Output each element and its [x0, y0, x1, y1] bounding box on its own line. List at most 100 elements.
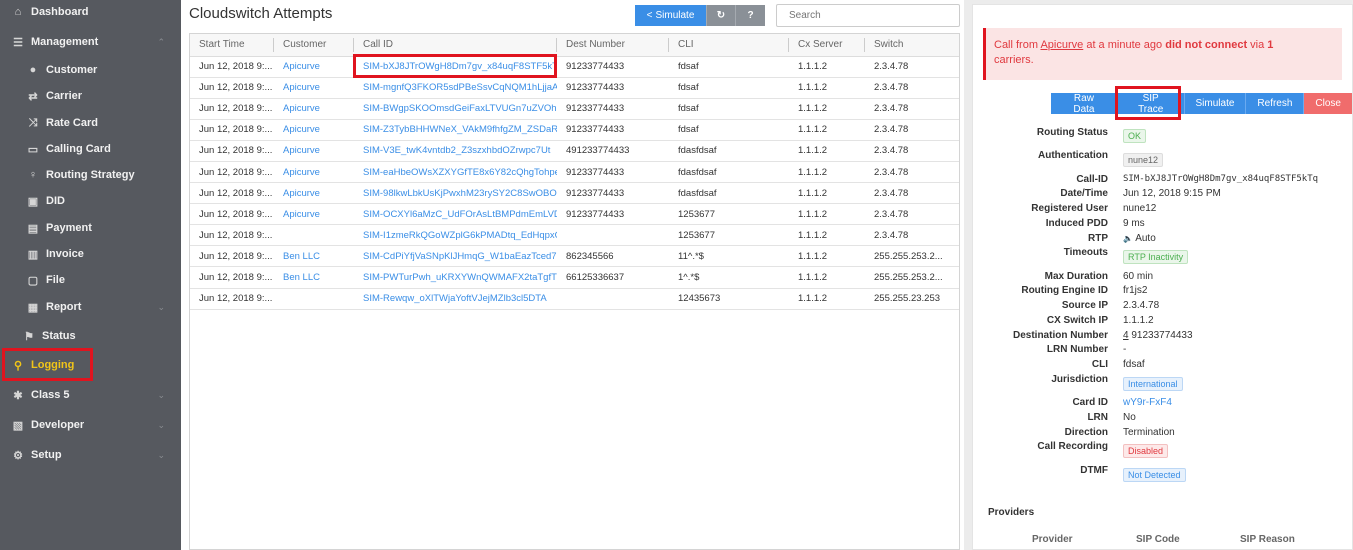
call-id-cell[interactable]: SIM-CdPiYfjVaSNpKlJHmqG_W1baEazTced7 [354, 245, 557, 268]
customer-cell[interactable] [274, 224, 354, 247]
customer-cell[interactable]: Ben LLC [274, 266, 354, 289]
table-row[interactable]: Jun 12, 2018 9:... Ben LLC SIM-CdPiYfjVaSN… [190, 245, 959, 268]
column-header[interactable]: Customer [274, 34, 354, 57]
sidebar-item-setup[interactable]: ⚙ Setup ⌄ [0, 443, 181, 467]
routing-engine-id-label: Routing Engine ID [1021, 285, 1108, 296]
sidebar-item-label: File [46, 274, 65, 286]
search-input[interactable] [776, 4, 960, 27]
destination-number-label: Destination Number [1012, 330, 1108, 341]
table-row[interactable]: Jun 12, 2018 9:... SIM-I1zmeRkQGoWZplG6kP… [190, 224, 959, 247]
column-header[interactable]: Call ID [354, 34, 557, 57]
sidebar-item-calling-card[interactable]: ▭ Calling Card [0, 137, 181, 161]
sidebar-item-routing-strategy[interactable]: ♀ Routing Strategy [0, 163, 181, 187]
sidebar-item-label: Developer [31, 419, 85, 431]
sidebar-item-invoice[interactable]: ▥ Invoice [0, 242, 181, 266]
table-row[interactable]: Jun 12, 2018 9:... Apicurve SIM-BWgpSKOOms… [190, 98, 959, 120]
table-row[interactable]: Jun 12, 2018 9:... Apicurve SIM-mgnfQ3FKOR… [190, 77, 959, 99]
table-row[interactable]: Jun 12, 2018 9:... Apicurve SIM-Z3TybBHHWN… [190, 119, 959, 141]
sidebar-item-label: Setup [31, 449, 62, 461]
table-row[interactable]: Jun 12, 2018 9:... Apicurve SIM-eaHbeOWsXZ… [190, 161, 959, 184]
table-row[interactable]: Jun 12, 2018 9:... Ben LLC SIM-PWTurPwh_uK… [190, 266, 959, 289]
customer-cell[interactable]: Apicurve [274, 98, 354, 120]
customer-cell[interactable]: Apicurve [274, 161, 354, 184]
customer-cell[interactable]: Apicurve [274, 77, 354, 99]
help-button[interactable]: ? [735, 5, 765, 26]
cx-server-cell: 1.1.1.2 [789, 77, 865, 99]
call-id-cell[interactable]: SIM-V3E_twK4vntdb2_Z3szxhbdOZrwpc7Ut [354, 140, 557, 162]
column-header[interactable]: Switch [865, 34, 959, 57]
timeouts-badge: RTP Inactivity [1123, 250, 1189, 264]
start-time-cell: Jun 12, 2018 9:... [190, 56, 274, 78]
call-id-cell[interactable]: SIM-PWTurPwh_uKRXYWnQWMAFX2taTgfTY_ [354, 266, 557, 289]
sidebar-item-management[interactable]: ☰ Management ⌃ [0, 30, 181, 54]
sidebar-item-report[interactable]: ▦ Report ⌄ [0, 295, 181, 319]
table-row[interactable]: Jun 12, 2018 9:... Apicurve SIM-98lkwLbkUs… [190, 182, 959, 205]
table-row[interactable]: Jun 12, 2018 9:... Apicurve SIM-V3E_twK4vn… [190, 140, 959, 162]
card-id-link[interactable]: wY9r-FxF4 [1123, 397, 1172, 408]
sidebar-item-did[interactable]: ▣ DID [0, 189, 181, 213]
table-row[interactable]: Jun 12, 2018 9:... Apicurve SIM-bXJ8JTrOWg… [190, 56, 959, 78]
timeouts-label: Timeouts [1063, 247, 1108, 258]
refresh-button[interactable]: Refresh [1246, 93, 1305, 114]
chevron-down-icon: ⌄ [157, 301, 165, 312]
switch-cell: 2.3.4.78 [865, 140, 959, 162]
cx-server-cell: 1.1.1.2 [789, 288, 865, 310]
sidebar-item-class-5[interactable]: ✱ Class 5 ⌄ [0, 383, 181, 407]
raw-data-button[interactable]: Raw Data [1051, 93, 1118, 115]
call-id-label: Call-ID [1076, 174, 1108, 185]
sidebar-item-carrier[interactable]: ⇄ Carrier [0, 84, 181, 108]
sidebar-item-payment[interactable]: ▤ Payment [0, 216, 181, 240]
call-id-cell[interactable]: SIM-98lkwLbkUsKjPwxhM23rySY2C8SwOBOG [354, 182, 557, 205]
routing-status-badge: OK [1123, 129, 1147, 143]
customer-cell[interactable]: Apicurve [274, 119, 354, 141]
customer-cell[interactable] [274, 288, 354, 310]
simulate-detail-button[interactable]: Simulate [1184, 93, 1247, 114]
call-id-cell[interactable]: SIM-mgnfQ3FKOR5sdPBeSsvCqNQM1hLjjaAG [354, 77, 557, 99]
customer-cell[interactable]: Apicurve [274, 203, 354, 226]
direction-label: Direction [1064, 427, 1108, 438]
sidebar-item-label: Report [46, 301, 82, 313]
sidebar-item-file[interactable]: ▢ File [0, 268, 181, 292]
shuffle-icon: ⤨ [28, 116, 38, 129]
cli-cell: fdsaf [669, 98, 789, 120]
customer-link[interactable]: Apicurve [1040, 39, 1083, 51]
customer-cell[interactable]: Apicurve [274, 140, 354, 162]
column-header[interactable]: CLI [669, 34, 789, 57]
providers-title: Providers [988, 507, 1035, 518]
simulate-button[interactable]: < Simulate [635, 5, 706, 26]
dest-number-cell: 91233774433 [557, 98, 669, 120]
close-button[interactable]: Close [1304, 93, 1352, 114]
sidebar-item-status[interactable]: ⚑ Status [0, 324, 181, 348]
date-time-value: Jun 12, 2018 9:15 PM [1123, 188, 1221, 199]
chevron-down-icon: ⌄ [157, 389, 165, 400]
column-header[interactable]: Dest Number [557, 34, 669, 57]
customer-cell[interactable]: Apicurve [274, 56, 354, 78]
column-header[interactable]: Cx Server [789, 34, 865, 57]
refresh-icon: ↻ [716, 10, 726, 21]
table-row[interactable]: Jun 12, 2018 9:... SIM-Rewqw_oXlTWjaYoftV… [190, 288, 959, 310]
sidebar-item-dashboard[interactable]: ⌂ Dashboard [0, 0, 181, 24]
call-id-cell[interactable]: SIM-BWgpSKOOmsdGeiFaxLTVUGn7uZVOhK [354, 98, 557, 120]
cx-server-cell: 1.1.1.2 [789, 182, 865, 205]
call-id-cell[interactable]: SIM-OCXYl6aMzC_UdFOrAsLtBMPdmEmLVDU [354, 203, 557, 226]
code-file-icon: ▧ [12, 419, 24, 432]
dest-number-cell: 491233774433 [557, 140, 669, 162]
sidebar-item-label: DID [46, 195, 65, 207]
sidebar-item-developer[interactable]: ▧ Developer ⌄ [0, 413, 181, 437]
sidebar-item-customer[interactable]: ● Customer [0, 58, 181, 82]
call-id-cell[interactable]: SIM-eaHbeOWsXZXYGfTE8x6Y82cQhgTohpeE [354, 161, 557, 184]
call-id-cell[interactable]: SIM-Rewqw_oXlTWjaYoftVJejMZlb3cl5DTA [354, 288, 557, 310]
cx-switch-ip-value: 1.1.1.2 [1123, 315, 1154, 326]
cli-label: CLI [1091, 359, 1108, 370]
call-id-cell[interactable]: SIM-I1zmeRkQGoWZplG6kPMADtq_EdHqpxOr [354, 224, 557, 247]
cli-cell: fdasfdsaf [669, 140, 789, 162]
call-id-cell[interactable]: SIM-Z3TybBHHWNeX_VAkM9fhfgZM_ZSDaRxI [354, 119, 557, 141]
sidebar: ⌂ Dashboard ☰ Management ⌃ ● Customer ⇄ Carri… [0, 0, 181, 550]
customer-cell[interactable]: Apicurve [274, 182, 354, 205]
refresh-icon-button[interactable]: ↻ [706, 5, 735, 26]
customer-cell[interactable]: Ben LLC [274, 245, 354, 268]
column-header[interactable]: Start Time [190, 34, 274, 57]
table-row[interactable]: Jun 12, 2018 9:... Apicurve SIM-OCXYl6aMzC… [190, 203, 959, 226]
logging-highlight-box [2, 348, 93, 381]
sidebar-item-rate-card[interactable]: ⤨ Rate Card [0, 111, 181, 135]
